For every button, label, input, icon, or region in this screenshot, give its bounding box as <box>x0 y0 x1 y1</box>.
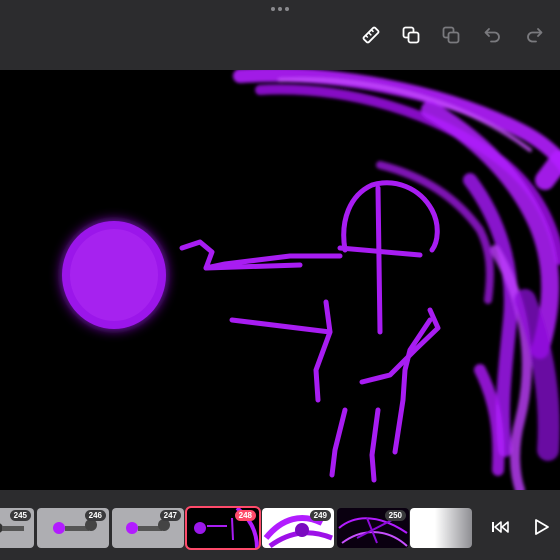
frame-thumbnail[interactable]: 247 <box>112 508 184 548</box>
redo-button[interactable] <box>521 22 547 48</box>
undo-icon <box>484 28 500 43</box>
ruler-icon <box>362 26 380 44</box>
frame-number: 249 <box>309 510 331 521</box>
frame-number: 248 <box>234 510 256 521</box>
dot <box>271 7 275 11</box>
frame-thumbnail[interactable]: 249 <box>262 508 334 548</box>
frame-thumbnail-selected[interactable]: 248 <box>185 506 261 550</box>
figure-sketch <box>179 180 441 483</box>
frame-number: 250 <box>384 510 406 521</box>
frame-thumbnail[interactable]: 250 <box>337 508 409 548</box>
layers-icon <box>442 26 460 44</box>
frame-thumbnail[interactable]: 246 <box>37 508 109 548</box>
ruler-button[interactable] <box>358 22 384 48</box>
dot <box>278 7 282 11</box>
frame-thumbnail[interactable]: 245 <box>0 508 34 548</box>
skip-to-start-button[interactable] <box>488 515 512 539</box>
play-button[interactable] <box>529 515 553 539</box>
duplicate-layer-icon <box>402 26 420 44</box>
timeline: 245 246 247 248 249 250 <box>0 490 560 560</box>
dot <box>285 7 289 11</box>
frame-thumbnail[interactable] <box>410 508 472 548</box>
undo-button[interactable] <box>480 22 506 48</box>
play-icon <box>535 519 549 535</box>
frame-number: 246 <box>84 510 106 521</box>
frame-number: 245 <box>9 510 31 521</box>
more-options-handle[interactable] <box>270 5 290 13</box>
duplicate-button[interactable] <box>398 22 424 48</box>
drawing-canvas[interactable] <box>0 70 560 490</box>
canvas-artwork <box>62 70 560 490</box>
layers-button[interactable] <box>438 22 464 48</box>
redo-icon <box>527 28 543 43</box>
frame-number: 247 <box>159 510 181 521</box>
skip-to-start-icon <box>492 521 509 533</box>
top-toolbar <box>0 0 560 70</box>
